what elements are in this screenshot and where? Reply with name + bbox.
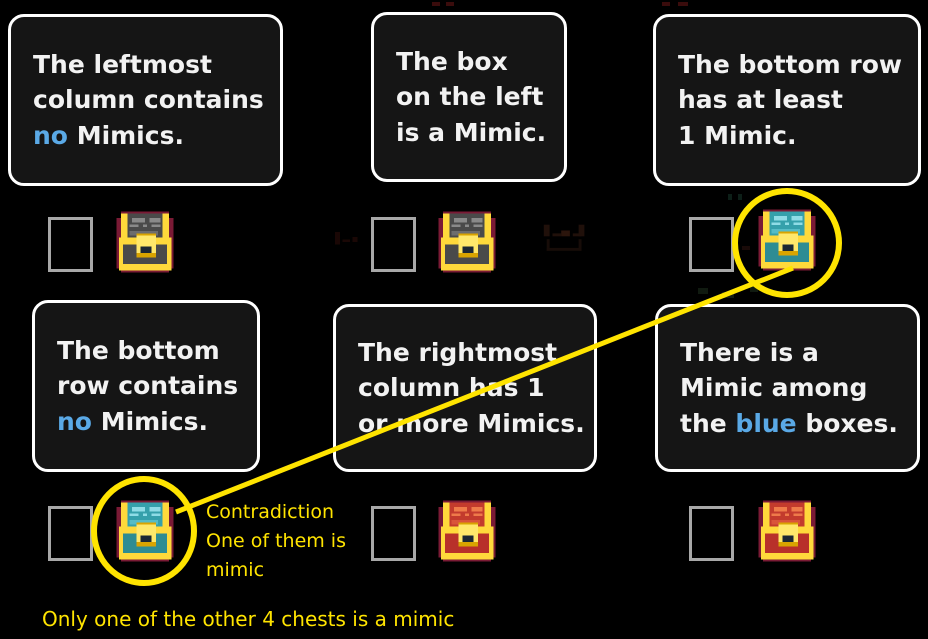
chest-row2-col3[interactable] (752, 496, 822, 564)
empty-box-row1-col1[interactable] (48, 217, 93, 272)
clue-card-rightmost-column-1-or-more[interactable]: The rightmost column has 1 or more Mimic… (333, 304, 597, 472)
chest-row1-col3[interactable] (752, 205, 822, 273)
empty-box-row2-col3[interactable] (689, 506, 734, 561)
clue-highlight: blue (735, 408, 797, 438)
contradiction-annotation-line: mimic (206, 558, 265, 581)
clue-line: There is a (680, 337, 819, 367)
clue-line: Mimic among (680, 373, 868, 403)
clue-line: row contains (57, 371, 239, 401)
empty-box-row1-col3[interactable] (689, 217, 734, 272)
empty-box-row1-col2[interactable] (371, 217, 416, 272)
chest-row1-col1[interactable] (110, 207, 180, 275)
clue-line: column has 1 (358, 373, 545, 403)
chest-row2-col1[interactable] (110, 496, 180, 564)
empty-box-row2-col2[interactable] (371, 506, 416, 561)
clue-card-box-on-left-is-mimic[interactable]: The box on the left is a Mimic. (371, 12, 567, 182)
ghost-chest-artifact-a (330, 222, 370, 262)
clue-line: is a Mimic. (396, 117, 547, 147)
contradiction-annotation-line: One of them is (206, 529, 346, 552)
clue-line: The bottom (57, 335, 220, 365)
clue-card-bottom-row-no-mimics[interactable]: The bottom row contains no Mimics. (32, 300, 260, 472)
clue-line: no Mimics. (57, 406, 208, 436)
clue-card-mimic-among-blue-boxes[interactable]: There is a Mimic among the blue boxes. (655, 304, 920, 472)
clue-highlight: no (33, 120, 68, 150)
clue-line: The bottom row (678, 49, 903, 79)
clue-line: has at least (678, 85, 844, 115)
chest-row2-col2[interactable] (432, 496, 502, 564)
clue-line: or more Mimics. (358, 408, 585, 438)
clue-line: column contains (33, 85, 264, 115)
clue-line: the blue boxes. (680, 408, 898, 438)
chest-row1-col2[interactable] (432, 207, 502, 275)
clue-line: The rightmost (358, 337, 558, 367)
screenshot-canvas: The leftmost column contains no Mimics. … (0, 0, 928, 639)
clue-line: The leftmost (33, 49, 212, 79)
ghost-chest-artifact-f (660, 0, 706, 10)
ghost-chest-artifact-b (536, 216, 598, 274)
clue-line: 1 Mimic. (678, 120, 797, 150)
ghost-chest-artifact-e (430, 0, 476, 10)
clue-card-leftmost-column-no-mimics[interactable]: The leftmost column contains no Mimics. (8, 14, 283, 186)
clue-highlight: no (57, 406, 92, 436)
clue-card-bottom-row-at-least-1-mimic[interactable]: The bottom row has at least 1 Mimic. (653, 14, 921, 186)
clue-line: on the left (396, 82, 544, 112)
clue-line: no Mimics. (33, 120, 184, 150)
contradiction-annotation-line: Contradiction (206, 501, 335, 523)
empty-box-row2-col1[interactable] (48, 506, 93, 561)
clue-line: The box (396, 46, 508, 76)
bottom-note-annotation: Only one of the other 4 chests is a mimi… (42, 607, 455, 631)
contradiction-annotation: Contradiction One of them is mimic (206, 498, 346, 585)
